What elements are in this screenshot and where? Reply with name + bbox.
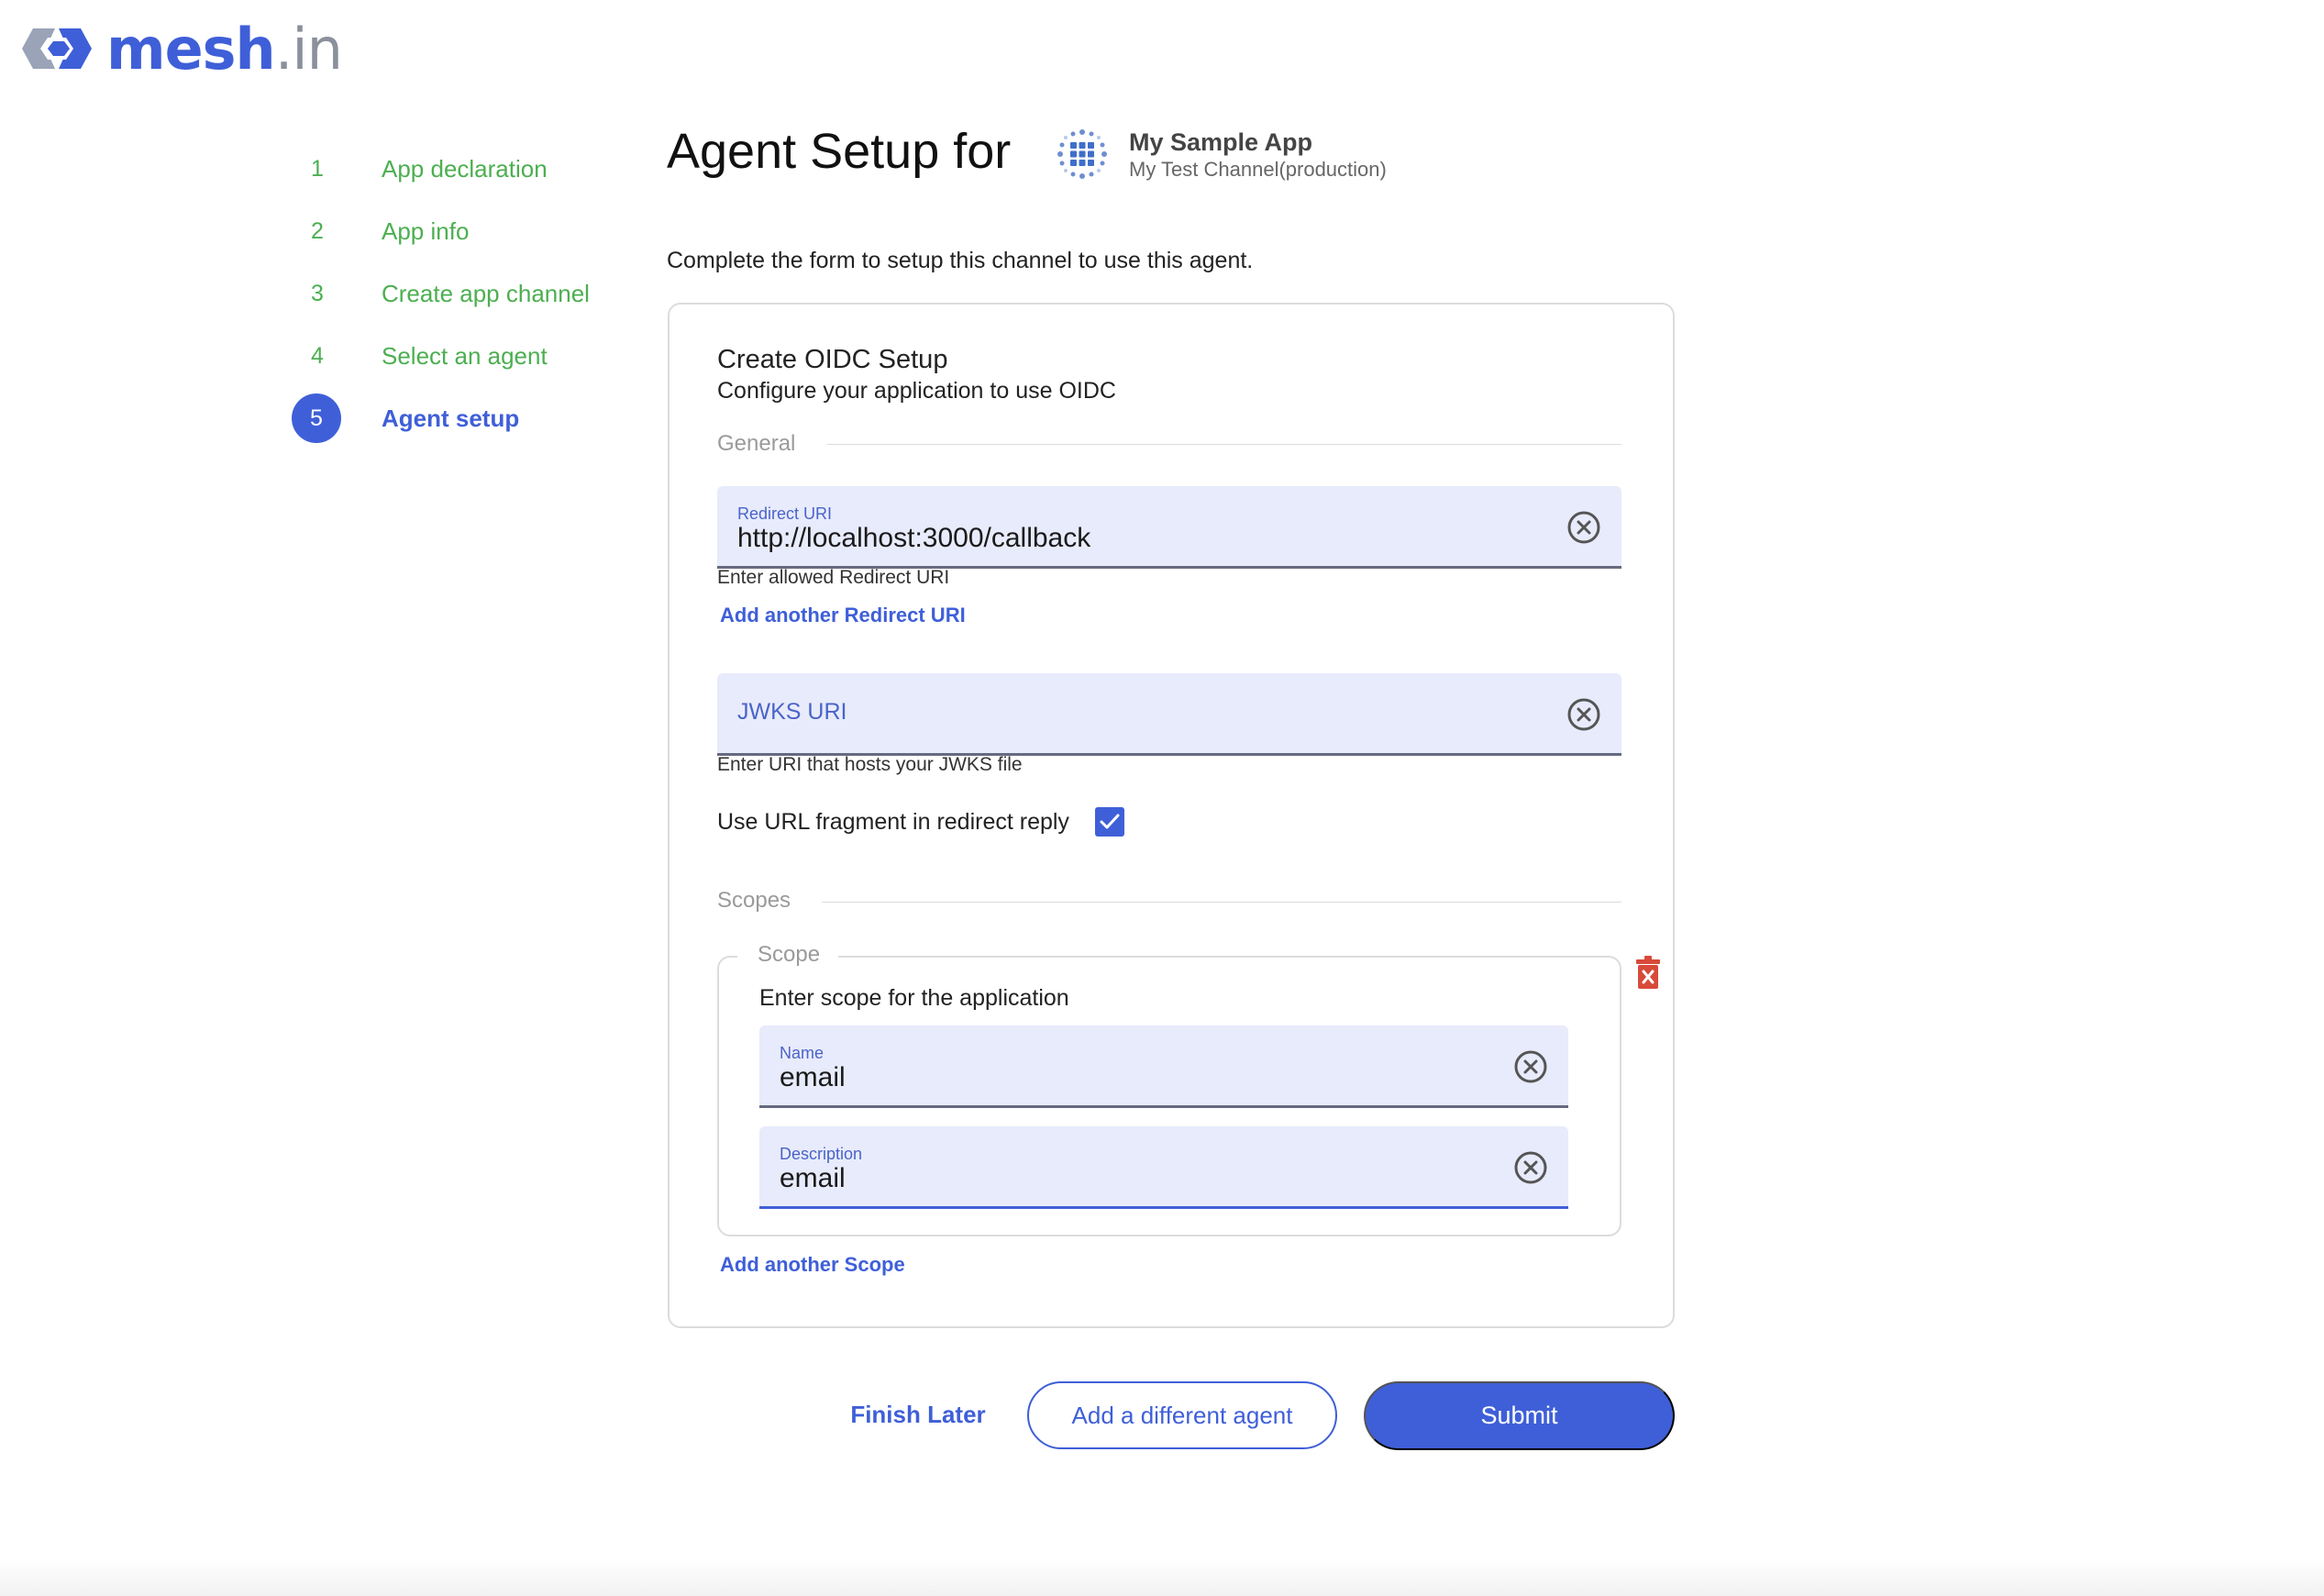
add-different-agent-button[interactable]: Add a different agent (1027, 1381, 1337, 1449)
page-title: Agent Setup for (667, 124, 1012, 179)
page-footer-shade (0, 1559, 2324, 1596)
checkmark-icon (1100, 814, 1120, 829)
grid-app-icon (1057, 129, 1107, 179)
section-scopes-label: Scopes (717, 888, 791, 913)
setup-stepper: 1 App declaration 2 App info 3 Create ap… (292, 138, 622, 449)
app-name: My Sample App (1129, 128, 1313, 156)
app-channel: My Test Channel(production) (1129, 158, 1387, 181)
step-app-declaration[interactable]: 1 App declaration (292, 138, 622, 200)
jwks-uri-field[interactable]: JWKS URI (717, 673, 1621, 756)
jwks-uri-helper: Enter URI that hosts your JWKS file (717, 754, 1023, 775)
step-agent-setup[interactable]: 5 Agent setup (292, 387, 622, 449)
step-create-app-channel[interactable]: 3 Create app channel (292, 262, 622, 325)
add-redirect-uri-link[interactable]: Add another Redirect URI (720, 604, 966, 627)
redirect-uri-label: Redirect URI (737, 504, 833, 523)
scope-fieldset: Scope Enter scope for the application Na… (717, 942, 1621, 1236)
card-subtitle: Configure your application to use OIDC (717, 378, 1116, 404)
section-divider (827, 444, 1621, 445)
finish-later-button[interactable]: Finish Later (844, 1381, 992, 1447)
jwks-uri-placeholder: JWKS URI (737, 699, 847, 725)
delete-scope-icon[interactable] (1634, 956, 1662, 991)
clear-circle-icon[interactable] (1513, 1049, 1548, 1084)
step-number: 3 (311, 280, 324, 306)
intro-text: Complete the form to setup this channel … (667, 248, 1254, 273)
clear-circle-icon[interactable] (1513, 1150, 1548, 1185)
step-number: 1 (311, 155, 324, 182)
scope-description-value: email (780, 1163, 846, 1193)
scope-name-value: email (780, 1062, 846, 1092)
section-divider (822, 902, 1621, 903)
step-label: Select an agent (382, 341, 548, 370)
section-general-label: General (717, 431, 796, 456)
step-label: App declaration (382, 154, 548, 183)
scope-name-label: Name (780, 1044, 824, 1062)
add-scope-link[interactable]: Add another Scope (720, 1253, 905, 1277)
redirect-uri-helper: Enter allowed Redirect URI (717, 567, 950, 588)
brand-logo[interactable]: mesh.in (20, 15, 343, 83)
scope-legend: Scope (737, 942, 839, 968)
scope-description: Enter scope for the application (759, 985, 1069, 1011)
scope-description-label: Description (780, 1145, 863, 1163)
step-number-active: 5 (292, 393, 341, 443)
redirect-uri-value: http://localhost:3000/callback (737, 523, 1091, 553)
submit-button[interactable]: Submit (1364, 1381, 1675, 1450)
clear-circle-icon[interactable] (1566, 697, 1601, 732)
step-label-active: Agent setup (382, 404, 520, 432)
logo-wordmark: mesh.in (106, 15, 343, 83)
scope-name-field[interactable]: Name email (759, 1025, 1568, 1108)
url-fragment-checkbox[interactable] (1094, 807, 1124, 837)
clear-circle-icon[interactable] (1566, 510, 1601, 545)
step-select-agent[interactable]: 4 Select an agent (292, 325, 622, 387)
mesh-logo-icon (22, 28, 92, 69)
step-label: App info (382, 216, 470, 245)
step-number: 2 (311, 217, 324, 244)
oidc-setup-card: Create OIDC Setup Configure your applica… (668, 303, 1675, 1328)
step-label: Create app channel (382, 279, 590, 307)
url-fragment-label: Use URL fragment in redirect reply (717, 808, 1069, 835)
scope-description-field[interactable]: Description email (759, 1126, 1568, 1209)
url-fragment-row[interactable]: Use URL fragment in redirect reply (717, 807, 1124, 837)
redirect-uri-field[interactable]: Redirect URI http://localhost:3000/callb… (717, 486, 1621, 569)
card-title: Create OIDC Setup (717, 345, 948, 374)
step-number: 4 (311, 342, 324, 369)
step-app-info[interactable]: 2 App info (292, 200, 622, 262)
